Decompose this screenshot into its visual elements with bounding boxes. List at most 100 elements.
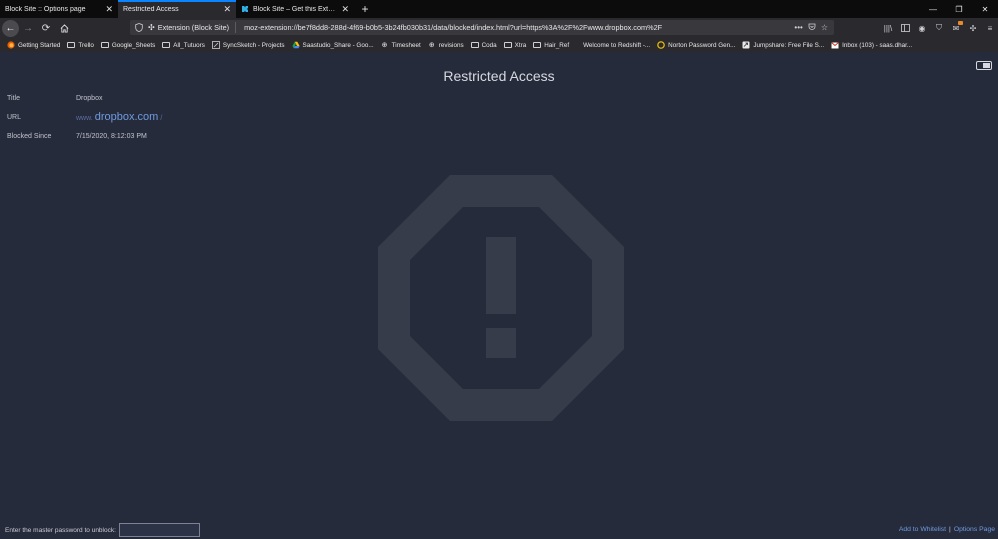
jumpshare-icon (742, 41, 750, 49)
close-window-icon[interactable]: ✕ (972, 0, 998, 18)
pocket-icon[interactable] (808, 23, 816, 33)
close-tab-icon[interactable]: ✕ (105, 4, 113, 14)
title-value: Dropbox (76, 95, 103, 102)
title-label: Title (7, 95, 20, 102)
stop-warning-icon (378, 175, 624, 421)
forward-button[interactable]: → (19, 19, 37, 37)
url-suffix: / (160, 115, 163, 122)
bookmark-saastudio-share[interactable]: Saastudio_Share - Goo... (291, 41, 374, 49)
bookmark-coda[interactable]: Coda (470, 41, 497, 49)
norton-icon (657, 41, 665, 49)
tab-block-site-options[interactable]: Block Site :: Options page ✕ (0, 0, 118, 18)
bookmark-redshift[interactable]: Welcome to Redshift -... (576, 41, 650, 49)
arrow-right-icon: → (23, 22, 33, 34)
new-tab-button[interactable]: + (354, 0, 376, 18)
password-prompt: Enter the master password to unblock: (5, 526, 116, 534)
url-label: URL (7, 114, 22, 121)
extension-identity[interactable]: ✣ Extension (Block Site) (148, 22, 237, 33)
tab-title: Restricted Access (123, 5, 179, 13)
blocked-since-label: Blocked Since (7, 133, 52, 140)
link-separator: | (949, 526, 951, 533)
bookmark-label: Inbox (103) - saas.dhar... (842, 41, 913, 49)
home-button[interactable] (55, 19, 73, 37)
bookmark-label: Google_Sheets (111, 41, 156, 49)
back-button[interactable]: ← (2, 19, 19, 37)
bookmark-label: revisions (438, 41, 464, 49)
tab-block-site-extension[interactable]: Block Site – Get this Extension for ✕ (236, 0, 354, 18)
theme-toggle-icon[interactable] (976, 61, 992, 70)
bookmark-label: Trello (78, 41, 94, 49)
bookmark-xtra[interactable]: Xtra (503, 42, 526, 49)
tab-title: Block Site – Get this Extension for (253, 5, 337, 13)
blocked-url: www. dropbox.com / (76, 111, 162, 123)
bookmark-google-sheets[interactable]: Google_Sheets (100, 41, 156, 49)
account-icon[interactable]: ◉ (914, 20, 930, 36)
folder-icon (470, 42, 479, 48)
bookmark-hair-ref[interactable]: Hair_Ref (533, 42, 569, 49)
master-password-input[interactable] (118, 523, 200, 537)
blocked-since-value: 7/15/2020, 8:12:03 PM (76, 133, 147, 140)
bookmark-jumpshare[interactable]: Jumpshare: Free File S... (742, 41, 824, 49)
tracking-shield-icon[interactable] (135, 23, 144, 32)
menu-icon[interactable]: ≡ (982, 20, 998, 36)
info-row-title: Title Dropbox (7, 95, 102, 102)
syncsketch-icon (212, 41, 220, 49)
bookmark-label: Norton Password Gen... (668, 41, 736, 49)
page-actions-icon[interactable]: ••• (794, 23, 802, 33)
shield-extension-icon[interactable]: ⛉ (931, 20, 947, 36)
footer-links: Add to Whitelist | Options Page (899, 526, 995, 533)
bookmark-label: Hair_Ref (544, 41, 570, 49)
bookmark-inbox[interactable]: Inbox (103) - saas.dhar... (831, 41, 912, 49)
window-controls: — ❐ ✕ (920, 0, 998, 18)
folder-icon (100, 42, 109, 48)
home-icon (60, 23, 68, 33)
bookmark-syncsketch[interactable]: SyncSketch - Projects (212, 41, 285, 49)
tab-strip: Block Site :: Options page ✕ Restricted … (0, 0, 998, 18)
library-icon[interactable]: |||\ (880, 20, 896, 36)
folder-icon (162, 42, 171, 48)
options-page-link[interactable]: Options Page (954, 526, 995, 533)
info-row-blocked-since: Blocked Since 7/15/2020, 8:12:03 PM (7, 133, 147, 140)
bookmark-label: SyncSketch - Projects (222, 41, 285, 49)
close-tab-icon[interactable]: ✕ (223, 4, 231, 14)
bookmark-getting-started[interactable]: Getting Started (7, 41, 60, 49)
bookmark-label: Saastudio_Share - Goo... (302, 41, 374, 49)
close-tab-icon[interactable]: ✕ (341, 4, 349, 14)
bookmark-label: Getting Started (18, 41, 61, 49)
bookmark-label: Coda (481, 41, 497, 49)
redshift-icon (576, 41, 580, 49)
notification-extension-icon[interactable]: ✉ (948, 20, 964, 36)
unblock-form: Enter the master password to unblock: (5, 523, 200, 537)
bookmark-norton[interactable]: Norton Password Gen... (657, 41, 735, 49)
extension-icon[interactable]: ✣ (965, 20, 981, 36)
bookmark-label: All_Tutuors (173, 41, 205, 49)
bookmark-revisions[interactable]: ⊕ revisions (428, 41, 464, 50)
tab-title: Block Site :: Options page (5, 5, 86, 13)
bookmark-all-tutuors[interactable]: All_Tutuors (162, 42, 205, 49)
url-actions: ••• ☆ (794, 23, 828, 33)
url-text[interactable]: moz-extension://be7f8dd8-288d-4f69-b0b5-… (244, 23, 794, 32)
reload-button[interactable]: ⟳ (37, 19, 55, 37)
page-title: Restricted Access (443, 68, 555, 84)
bookmark-label: Timesheet (391, 41, 421, 49)
restore-icon[interactable]: ❐ (946, 0, 972, 18)
reload-icon: ⟳ (41, 22, 51, 34)
bookmark-trello[interactable]: Trello (67, 42, 94, 49)
url-bar[interactable]: ✣ Extension (Block Site) moz-extension:/… (130, 20, 834, 35)
puzzle-icon: ✣ (148, 23, 155, 32)
gmail-icon (831, 41, 839, 49)
bookmark-timesheet[interactable]: ⊕ Timesheet (381, 41, 421, 50)
bookmark-star-icon[interactable]: ☆ (821, 23, 828, 33)
puzzle-icon (241, 5, 249, 13)
firefox-icon (7, 41, 15, 49)
tab-restricted-access[interactable]: Restricted Access ✕ (118, 0, 236, 18)
sidebar-icon[interactable] (897, 20, 913, 36)
toolbar-extensions: |||\ ◉ ⛉ ✉ ✣ ≡ (879, 18, 998, 38)
arrow-left-icon: ← (5, 22, 16, 34)
folder-icon (533, 42, 542, 48)
info-row-url: URL www. dropbox.com / (7, 111, 162, 123)
extension-label: Extension (Block Site) (157, 23, 230, 32)
minimize-icon[interactable]: — (920, 0, 946, 18)
folder-icon (67, 42, 76, 48)
add-to-whitelist-link[interactable]: Add to Whitelist (899, 526, 946, 533)
